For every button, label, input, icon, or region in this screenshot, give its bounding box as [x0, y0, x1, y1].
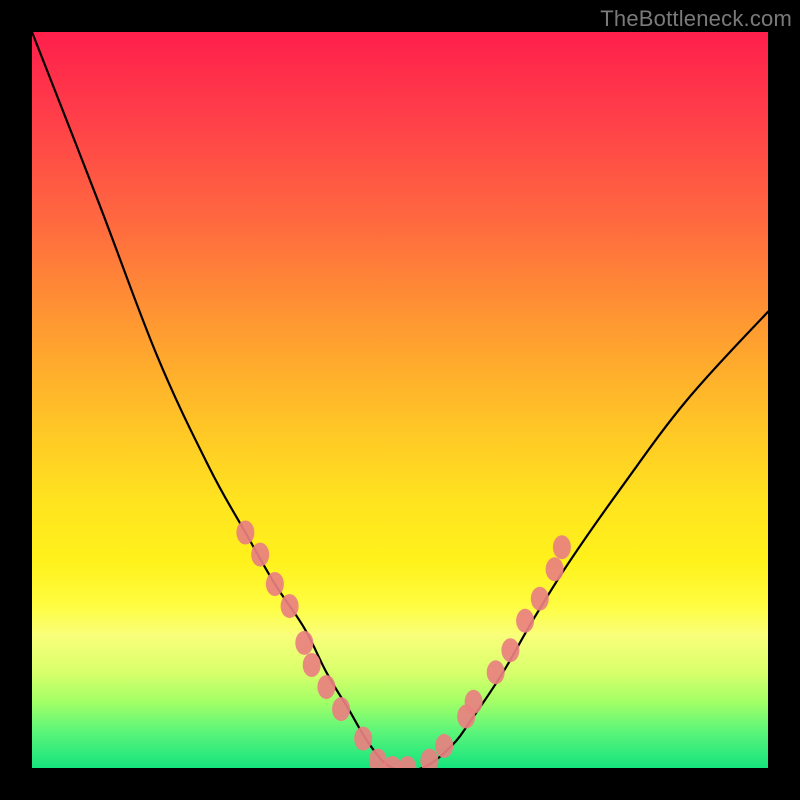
marker-dot	[295, 631, 313, 655]
marker-dot	[398, 756, 416, 768]
marker-dot	[531, 587, 549, 611]
bottleneck-curve	[32, 32, 768, 768]
marker-dot	[236, 521, 254, 545]
chart-stage: TheBottleneck.com	[0, 0, 800, 800]
marker-dot	[553, 535, 571, 559]
marker-dot	[546, 557, 564, 581]
marker-dot	[516, 609, 534, 633]
marker-dot	[420, 749, 438, 768]
plot-area	[32, 32, 768, 768]
watermark-text: TheBottleneck.com	[600, 6, 792, 32]
marker-dot	[281, 594, 299, 618]
marker-dot	[303, 653, 321, 677]
marker-dot	[435, 734, 453, 758]
marker-dot	[354, 727, 372, 751]
marker-dot	[266, 572, 284, 596]
chart-svg	[32, 32, 768, 768]
marker-dot	[317, 675, 335, 699]
marker-dot	[332, 697, 350, 721]
marker-dot	[465, 690, 483, 714]
marker-dot	[501, 638, 519, 662]
marker-layer	[236, 521, 571, 769]
marker-dot	[487, 660, 505, 684]
marker-dot	[251, 543, 269, 567]
curve-layer	[32, 32, 768, 768]
